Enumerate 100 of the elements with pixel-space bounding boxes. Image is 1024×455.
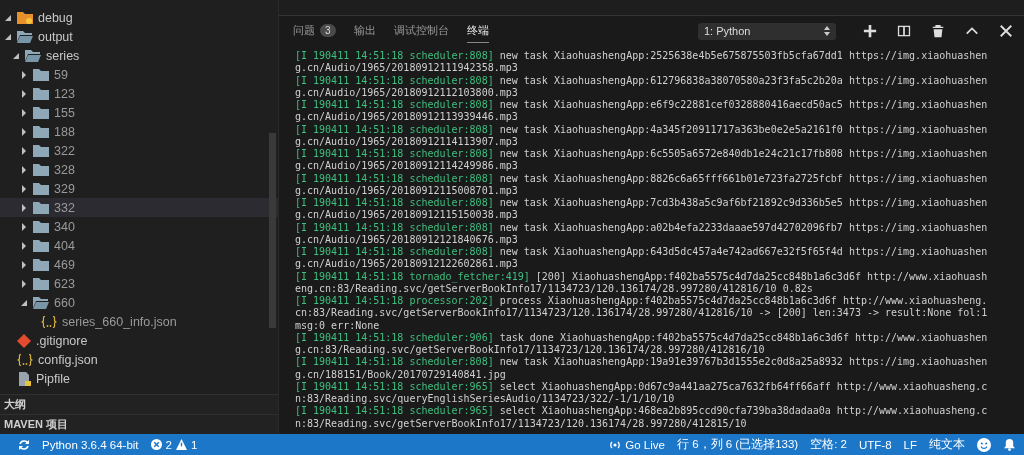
updown-caret-icon [824,26,830,36]
tree-item-label: 188 [54,124,75,139]
expanded-caret-icon [12,51,20,60]
folder-icon [33,106,49,119]
tree-item-label: 123 [54,86,75,101]
braces-icon [41,315,57,328]
collapsed-caret-icon [20,184,28,193]
line-ending[interactable]: LF [903,438,917,451]
collapsed-caret-icon [20,260,28,269]
problems-button[interactable]: 2 1 [150,438,198,451]
braces-icon [17,353,33,366]
count-badge: 3 [320,24,336,37]
split-icon [897,24,911,38]
log-entry: [I 190411 14:51:18 scheduler:965] select XiaohuashengApp:468ea2b895ccd90cfa739ba38dadaa0a http://www.xiaohuasheng.cn:83/Reading.svc/getServerBookInfo17/1134723/120.136174/28.997280/412815/10 [295,405,989,430]
panel-tab[interactable]: 问题 3 [293,19,336,43]
folder-icon [33,277,49,290]
folder-icon [33,144,49,157]
panel-tab[interactable]: 调试控制台 [393,19,449,43]
open-folder-icon [17,30,33,43]
tree-item[interactable]: 59 [0,65,278,84]
folder-icon [33,258,49,271]
split-button[interactable] [896,23,912,39]
collapsed-caret-icon [20,146,28,155]
collapsed-caret-icon [20,279,28,288]
tree-item-label: 469 [54,257,75,272]
collapsed-caret-icon [20,241,28,250]
log-entry: [I 190411 14:51:18 scheduler:808] new task XiaohuashengApp:643d5dc457a4e742ad667e32f5f65f4d https://img.xiaohuasheng.cn/Audio/1965/20180912122602861.mp3 [295,246,989,271]
diamond-icon [17,333,31,348]
tree-item[interactable]: series [0,46,278,65]
collapsed-caret-icon [20,165,28,174]
terminal-dropdown[interactable]: 1: Python [698,22,836,40]
tree-item[interactable]: Pipfile [0,369,278,388]
tree-item[interactable]: series_660_info.json [0,312,278,331]
trash-button[interactable] [930,23,946,39]
folder-icon [33,163,49,176]
cursor-position[interactable]: 行 6，列 6 (已选择133) [676,437,799,452]
warning-icon [175,439,187,450]
tree-item-label: .gitignore [36,333,88,348]
tree-item[interactable]: debug [0,8,278,27]
tree-item-label: 329 [54,181,75,196]
new-terminal-button[interactable] [862,23,878,39]
tree-item-label: series [46,48,80,63]
tree-item-label: 623 [54,276,75,291]
go-live-button[interactable]: Go Live [609,438,665,451]
collapsed-caret-icon [20,203,28,212]
open-folder-icon [25,49,41,62]
tree-item[interactable]: 660 [0,293,278,312]
new-terminal-icon [863,24,877,38]
panel-tab[interactable]: 输出 [353,19,376,43]
tree-item-label: Pipfile [36,371,71,386]
language-mode[interactable]: 纯文本 [929,437,965,452]
folder-icon [33,220,49,233]
tree-item[interactable]: config.json [0,350,278,369]
tree-item-label: 59 [54,67,68,82]
tree-item[interactable]: 322 [0,141,278,160]
tree-item-label: series_660_info.json [62,314,177,329]
sync-icon [18,438,30,451]
tree-item-label: debug [38,10,73,25]
encoding[interactable]: UTF-8 [859,438,892,451]
panel-tab[interactable]: 终端 [466,19,489,43]
folder-icon [33,182,49,195]
tree-item[interactable]: 329 [0,179,278,198]
tree-item[interactable]: 404 [0,236,278,255]
indentation[interactable]: 空格: 2 [810,437,847,452]
collapsed-caret-icon [20,108,28,117]
tree-item[interactable]: 332 [0,198,278,217]
folder-icon [17,11,33,24]
tree-item-label: 404 [54,238,75,253]
tree-item[interactable]: 340 [0,217,278,236]
close-button[interactable] [998,23,1014,39]
tree-item[interactable]: 623 [0,274,278,293]
tree-item[interactable]: 188 [0,122,278,141]
tree-item[interactable]: 328 [0,160,278,179]
bell-icon [1003,438,1016,451]
collapsed-caret-icon [20,127,28,136]
tree-item-label: 660 [54,295,75,310]
tree-item[interactable]: 469 [0,255,278,274]
file-icon [17,371,31,386]
interpreter-button[interactable]: Python 3.6.4 64-bit [42,438,139,451]
collapsed-caret-icon [20,222,28,231]
tree-item[interactable]: .gitignore [0,331,278,350]
tree-item-label: 322 [54,143,75,158]
expanded-caret-icon [4,13,12,22]
folder-icon [33,201,49,214]
open-folder-icon [33,296,49,309]
folder-icon [33,68,49,81]
collapsed-caret-icon [20,89,28,98]
tree-item[interactable]: 123 [0,84,278,103]
error-icon [150,439,162,450]
scrollbar-thumb[interactable] [269,133,276,328]
smiley-icon [977,437,991,452]
close-icon [999,24,1013,38]
tree-item[interactable]: 155 [0,103,278,122]
tree-item-label: 328 [54,162,75,177]
tree-item-label: config.json [38,352,98,367]
tree-item[interactable]: output [0,27,278,46]
folder-icon [33,239,49,252]
expanded-caret-icon [4,32,12,41]
tree-item-label: 155 [54,105,75,120]
tree-item-label: 332 [54,200,75,215]
